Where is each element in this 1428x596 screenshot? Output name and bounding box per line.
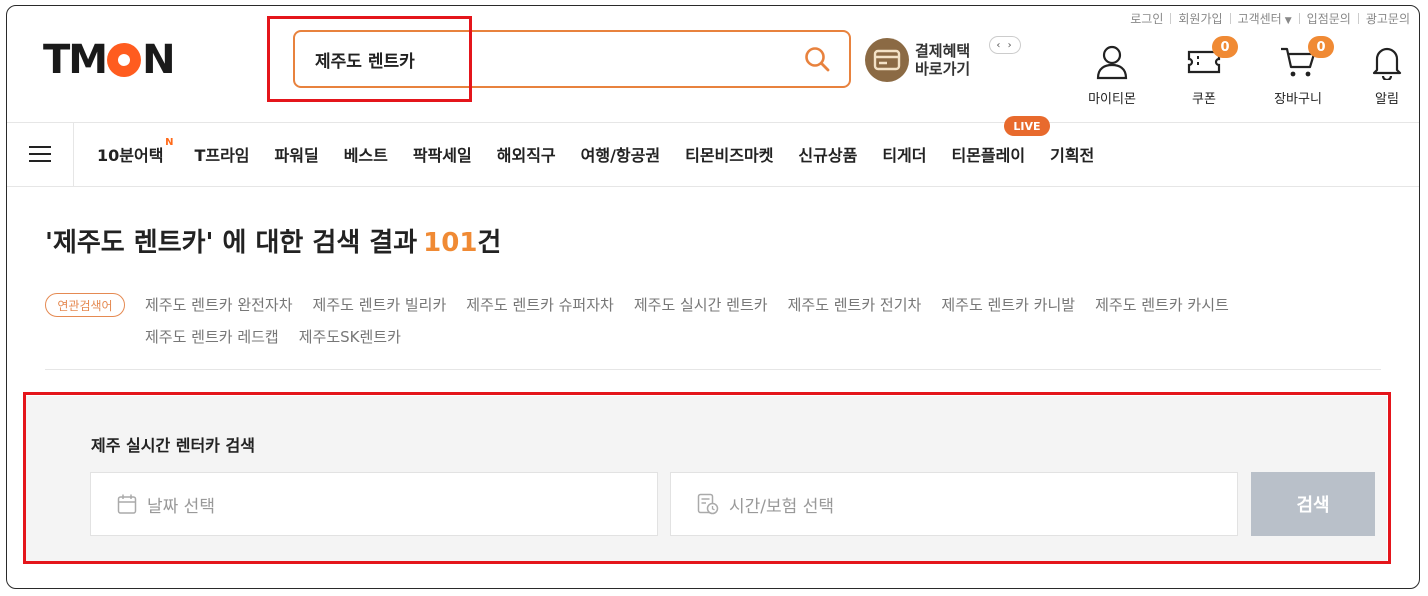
category-nav: 10분어택 N T프라임 파워딜 베스트 팍팍세일 해외직구 여행/항공권 티몬비… — [7, 122, 1419, 186]
nav-item-best[interactable]: 베스트 — [344, 142, 388, 166]
nav-item-label: 10분어택 — [97, 146, 164, 165]
person-icon — [1072, 42, 1152, 82]
browser-frame: 로그인 회원가입 고객센터 ▼ 입점문의 광고문의 TM N 제주도 렌트카 결제혜… — [6, 5, 1420, 589]
customer-center-link[interactable]: 고객센터 ▼ — [1231, 10, 1299, 27]
cart-button[interactable]: 0 장바구니 — [1258, 36, 1338, 107]
ad-inquiry-link[interactable]: 광고문의 — [1359, 10, 1417, 27]
result-count: 101 — [423, 228, 478, 258]
bell-icon — [1347, 42, 1419, 82]
nav-item-tprime[interactable]: T프라임 — [194, 142, 249, 166]
related-search-tag: 연관검색어 — [45, 293, 125, 317]
related-search-item[interactable]: 제주도 렌트카 레드캡 — [145, 325, 279, 357]
payment-benefit-line2: 바로가기 — [915, 60, 971, 78]
related-search-item[interactable]: 제주도 렌트카 슈퍼자차 — [466, 293, 614, 325]
cart-count-badge: 0 — [1308, 36, 1334, 58]
caret-down-icon: ▼ — [1284, 16, 1292, 26]
nav-divider — [7, 186, 1419, 187]
search-result-title: '제주도 렌트카' 에 대한 검색 결과 101건 — [45, 222, 501, 259]
cart-label: 장바구니 — [1274, 92, 1322, 107]
nav-item-travel[interactable]: 여행/항공권 — [581, 142, 660, 166]
logo-text-n: N — [142, 37, 176, 83]
related-search-item[interactable]: 제주도 렌트카 카시트 — [1095, 293, 1229, 325]
cart-icon: 0 — [1258, 36, 1338, 82]
menu-icon[interactable] — [7, 122, 74, 186]
coupon-button[interactable]: 0 쿠폰 — [1164, 36, 1244, 107]
login-link[interactable]: 로그인 — [1123, 10, 1170, 27]
nav-item-powerdeal[interactable]: 파워딜 — [275, 142, 319, 166]
rentcar-highlight-box — [23, 392, 1391, 564]
nav-item-tmon-play[interactable]: 티몬플레이 — [951, 142, 1025, 166]
related-search-item[interactable]: 제주도 렌트카 카니발 — [941, 293, 1075, 325]
customer-center-label: 고객센터 — [1237, 12, 1282, 26]
banner-prev-next-arrows[interactable]: ‹ › — [989, 36, 1021, 54]
utility-links: 로그인 회원가입 고객센터 ▼ 입점문의 광고문의 — [1123, 10, 1417, 27]
nav-item-overseas[interactable]: 해외직구 — [497, 142, 556, 166]
search-icon[interactable] — [797, 39, 837, 79]
coupon-icon: 0 — [1164, 36, 1244, 82]
live-badge: LIVE — [1004, 116, 1050, 136]
related-search-item[interactable]: 제주도 렌트카 완전자차 — [145, 293, 293, 325]
new-badge: N — [165, 137, 174, 148]
partner-inquiry-link[interactable]: 입점문의 — [1300, 10, 1358, 27]
related-divider — [45, 369, 1381, 370]
related-search-item[interactable]: 제주도SK렌트카 — [299, 325, 401, 357]
nav-item-new-products[interactable]: 신규상품 — [798, 142, 857, 166]
alarm-button[interactable]: 알림 — [1347, 42, 1419, 107]
result-query-text: '제주도 렌트카' 에 대한 검색 결과 — [45, 228, 418, 258]
mytmon-button[interactable]: 마이티몬 — [1072, 42, 1152, 107]
card-icon — [865, 38, 909, 82]
payment-benefit-banner[interactable]: 결제혜택 바로가기 ‹ › — [865, 36, 1021, 82]
coupon-count-badge: 0 — [1212, 36, 1238, 58]
nav-item-sale[interactable]: 팍팍세일 — [413, 142, 472, 166]
nav-items: 10분어택 N T프라임 파워딜 베스트 팍팍세일 해외직구 여행/항공권 티몬비… — [97, 122, 1119, 186]
related-search-list: 제주도 렌트카 완전자차 제주도 렌트카 빌리카 제주도 렌트카 슈퍼자차 제주… — [145, 293, 1335, 357]
related-search-item[interactable]: 제주도 실시간 렌트카 — [634, 293, 768, 325]
logo-o-mark — [107, 43, 142, 77]
nav-item-tgether[interactable]: 티게더 — [882, 142, 926, 166]
nav-item-10min-attack[interactable]: 10분어택 N — [97, 137, 173, 166]
search-highlight-box — [267, 16, 472, 102]
coupon-label: 쿠폰 — [1192, 92, 1216, 107]
related-search-item[interactable]: 제주도 렌트카 전기차 — [788, 293, 922, 325]
result-count-unit: 건 — [477, 228, 502, 258]
tmon-logo[interactable]: TM N — [43, 37, 176, 83]
related-search-item[interactable]: 제주도 렌트카 빌리카 — [313, 293, 447, 325]
nav-item-promotions[interactable]: 기획전 — [1050, 142, 1094, 166]
payment-benefit-line1: 결제혜택 — [915, 42, 971, 60]
signup-link[interactable]: 회원가입 — [1171, 10, 1229, 27]
alarm-label: 알림 — [1375, 92, 1399, 107]
payment-benefit-label: 결제혜택 바로가기 — [915, 42, 970, 78]
nav-item-biz-market[interactable]: 티몬비즈마켓 — [685, 142, 773, 166]
logo-text-tm: TM — [43, 37, 108, 83]
mytmon-label: 마이티몬 — [1088, 92, 1136, 107]
